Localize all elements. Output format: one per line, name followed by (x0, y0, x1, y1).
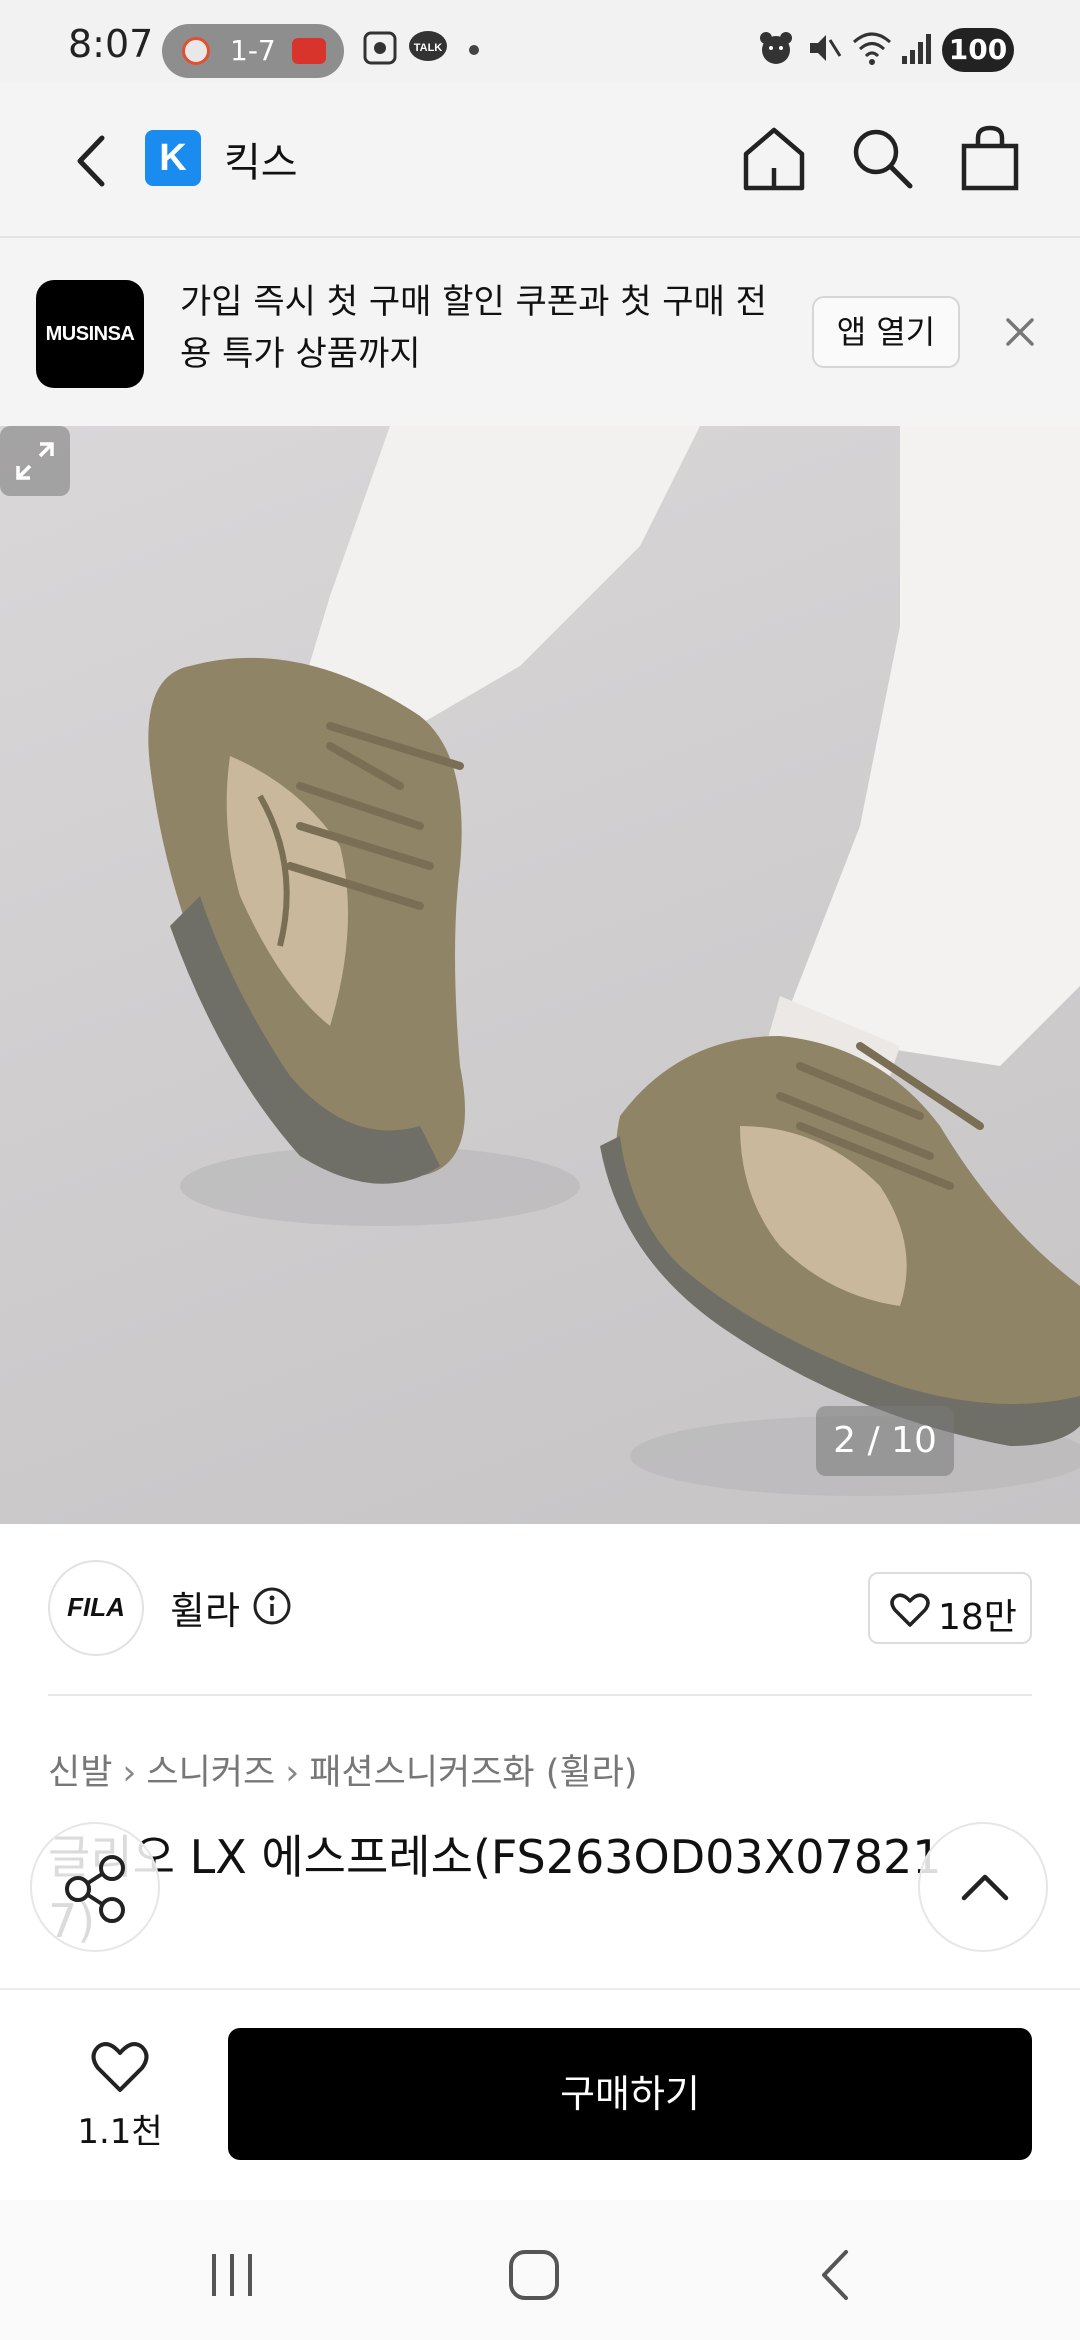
talk-icon: TALK (409, 31, 447, 61)
open-app-button[interactable]: 앱 열기 (812, 296, 960, 368)
app-badge-icon-2 (292, 38, 326, 64)
status-bar: 8:07 1-7 TALK 100 (0, 0, 1080, 82)
shopping-bag-icon[interactable] (954, 122, 1026, 194)
page-title: 킥스 (224, 140, 298, 186)
breadcrumb: 신발 › 스니커즈 › 패션스니커즈화 (휠라) (48, 1744, 637, 1795)
heart-icon (890, 1593, 930, 1627)
battery-level: 100 (942, 28, 1014, 72)
wishlist-heart-icon[interactable] (90, 2040, 150, 2094)
system-nav-bar (0, 2200, 1080, 2340)
search-icon[interactable] (846, 122, 918, 194)
recent-apps-icon[interactable] (192, 2240, 272, 2310)
product-title: 글리오 LX 에스프레소(FS263OD03X07821 (48, 1830, 942, 1884)
bear-icon (760, 32, 792, 64)
buy-button[interactable]: 구매하기 (228, 2028, 1032, 2160)
image-counter: 2 / 10 (816, 1406, 954, 1476)
dot-icon (469, 45, 479, 55)
close-icon[interactable] (996, 308, 1044, 356)
status-time: 8:07 (68, 22, 154, 66)
breadcrumb-item[interactable]: 신발 (48, 1753, 112, 1793)
musinsa-logo: MUSINSA (36, 280, 144, 388)
brand-logo[interactable]: FILA (48, 1560, 144, 1656)
mute-icon (810, 35, 842, 61)
signal-icon (902, 34, 931, 64)
brand-row: FILA 휠라 18만 (0, 1524, 1080, 1694)
purchase-bar: 1.1천 구매하기 (0, 1988, 1080, 2200)
chevron-right-icon: › (122, 1753, 137, 1793)
brand-like-count: 18만 (938, 1597, 1017, 1638)
chevron-right-icon: › (285, 1753, 300, 1793)
wishlist-count: 1.1천 (77, 2112, 163, 2152)
brand-logo-text: FILA (67, 1592, 125, 1622)
app-badge-icon (182, 37, 210, 65)
divider (48, 1694, 1032, 1696)
banner-text: 가입 즉시 첫 구매 할인 쿠폰과 첫 구매 전용 특가 상품까지 (180, 282, 767, 374)
back-nav-icon[interactable] (796, 2240, 876, 2310)
home-nav-icon[interactable] (494, 2240, 574, 2310)
notification-pill: 1-7 (162, 24, 344, 78)
wifi-icon (853, 32, 891, 65)
back-icon[interactable] (62, 126, 122, 196)
scroll-top-button[interactable] (918, 1822, 1048, 1952)
screenshot-icon (363, 31, 397, 65)
product-photo (148, 426, 1080, 1496)
expand-icon[interactable] (0, 426, 70, 496)
pill-text: 1-7 (230, 34, 276, 67)
share-button[interactable] (30, 1822, 160, 1952)
product-image-gallery[interactable]: 2 / 10 (0, 426, 1080, 1524)
app-download-banner: MUSINSA 가입 즉시 첫 구매 할인 쿠폰과 첫 구매 전용 특가 상품까… (0, 238, 1080, 426)
svg-text:TALK: TALK (414, 42, 443, 54)
breadcrumb-item[interactable]: 패션스니커즈화 (휠라) (309, 1753, 637, 1793)
breadcrumb-item[interactable]: 스니커즈 (146, 1753, 275, 1793)
chevron-up-icon (961, 1874, 1009, 1901)
brand-name[interactable]: 휠라 (170, 1580, 240, 1635)
kicks-logo: K (145, 130, 201, 186)
app-header: K 킥스 (0, 82, 1080, 238)
info-icon[interactable] (252, 1586, 292, 1626)
share-icon (65, 1855, 125, 1923)
brand-like-button[interactable]: 18만 (868, 1572, 1032, 1644)
home-icon[interactable] (738, 122, 810, 194)
